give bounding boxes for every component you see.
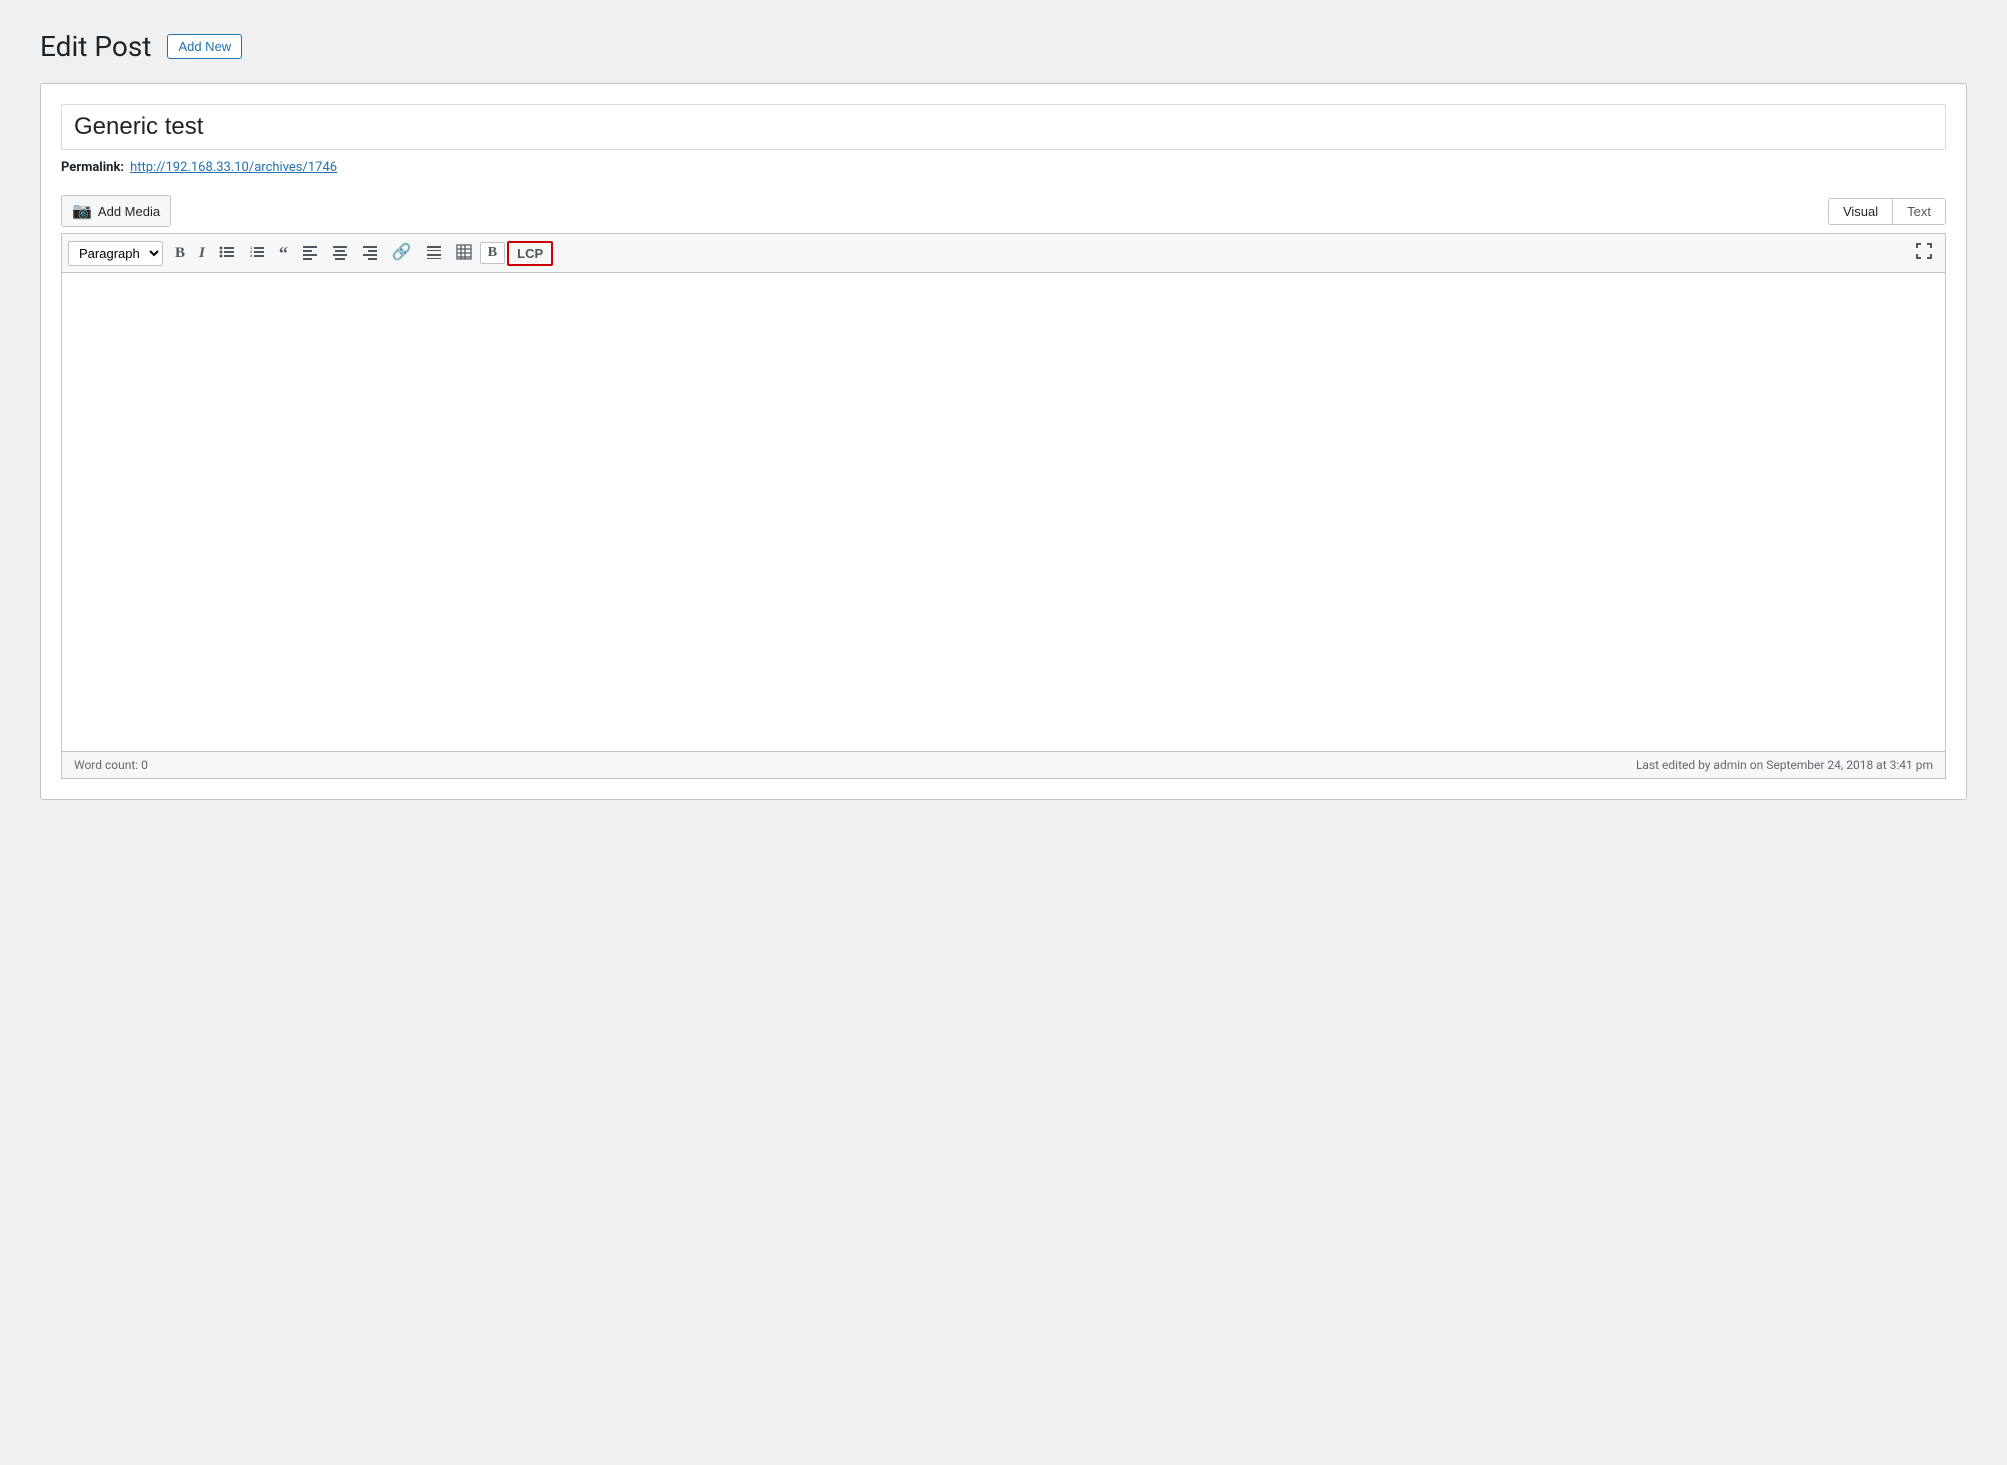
tab-visual[interactable]: Visual (1828, 198, 1892, 225)
add-new-button[interactable]: Add New (167, 34, 242, 59)
ol-icon: 1 2 3 (249, 244, 265, 260)
visual-text-tabs: Visual Text (1828, 198, 1946, 225)
italic-button[interactable]: I (193, 242, 211, 265)
media-icon: 📷 (72, 201, 92, 221)
last-edited: Last edited by admin on September 24, 20… (1636, 758, 1933, 772)
page-title: Edit Post (40, 30, 151, 63)
unordered-list-button[interactable] (213, 240, 241, 267)
svg-text:3: 3 (250, 253, 253, 258)
align-center-icon (332, 244, 348, 260)
link-button[interactable]: 🔗 (386, 241, 418, 265)
horizontal-rule-button[interactable] (420, 240, 448, 267)
add-media-label: Add Media (98, 204, 160, 219)
fullscreen-button[interactable] (1909, 238, 1939, 268)
post-title-input[interactable] (61, 104, 1946, 150)
tab-text[interactable]: Text (1892, 198, 1946, 225)
custom-bold-button[interactable]: B (480, 242, 505, 264)
align-left-button[interactable] (296, 240, 324, 267)
editor-footer: Word count: 0 Last edited by admin on Se… (61, 752, 1946, 779)
hr-icon (426, 244, 442, 260)
lcp-button[interactable]: LCP (507, 241, 553, 266)
editor-container: Permalink: http://192.168.33.10/archives… (40, 83, 1967, 800)
ul-icon (219, 244, 235, 260)
align-right-icon (362, 244, 378, 260)
table-button[interactable] (450, 240, 478, 267)
editor-body[interactable] (61, 272, 1946, 752)
permalink-row: Permalink: http://192.168.33.10/archives… (61, 160, 1946, 175)
page-header: Edit Post Add New (40, 30, 1967, 63)
blockquote-button[interactable]: “ (273, 240, 294, 266)
word-count: Word count: 0 (74, 758, 148, 772)
editor-toolbar-top: 📷 Add Media Visual Text (61, 195, 1946, 227)
align-center-button[interactable] (326, 240, 354, 267)
table-icon (456, 244, 472, 260)
align-right-button[interactable] (356, 240, 384, 267)
permalink-link[interactable]: http://192.168.33.10/archives/1746 (130, 160, 337, 175)
editor-toolbar: Paragraph B I 1 2 3 “ (61, 233, 1946, 272)
add-media-button[interactable]: 📷 Add Media (61, 195, 171, 227)
ordered-list-button[interactable]: 1 2 3 (243, 240, 271, 267)
align-left-icon (302, 244, 318, 260)
fullscreen-icon (1915, 242, 1933, 260)
permalink-label: Permalink: (61, 160, 124, 175)
paragraph-select[interactable]: Paragraph (68, 241, 163, 266)
bold-button[interactable]: B (169, 242, 191, 265)
